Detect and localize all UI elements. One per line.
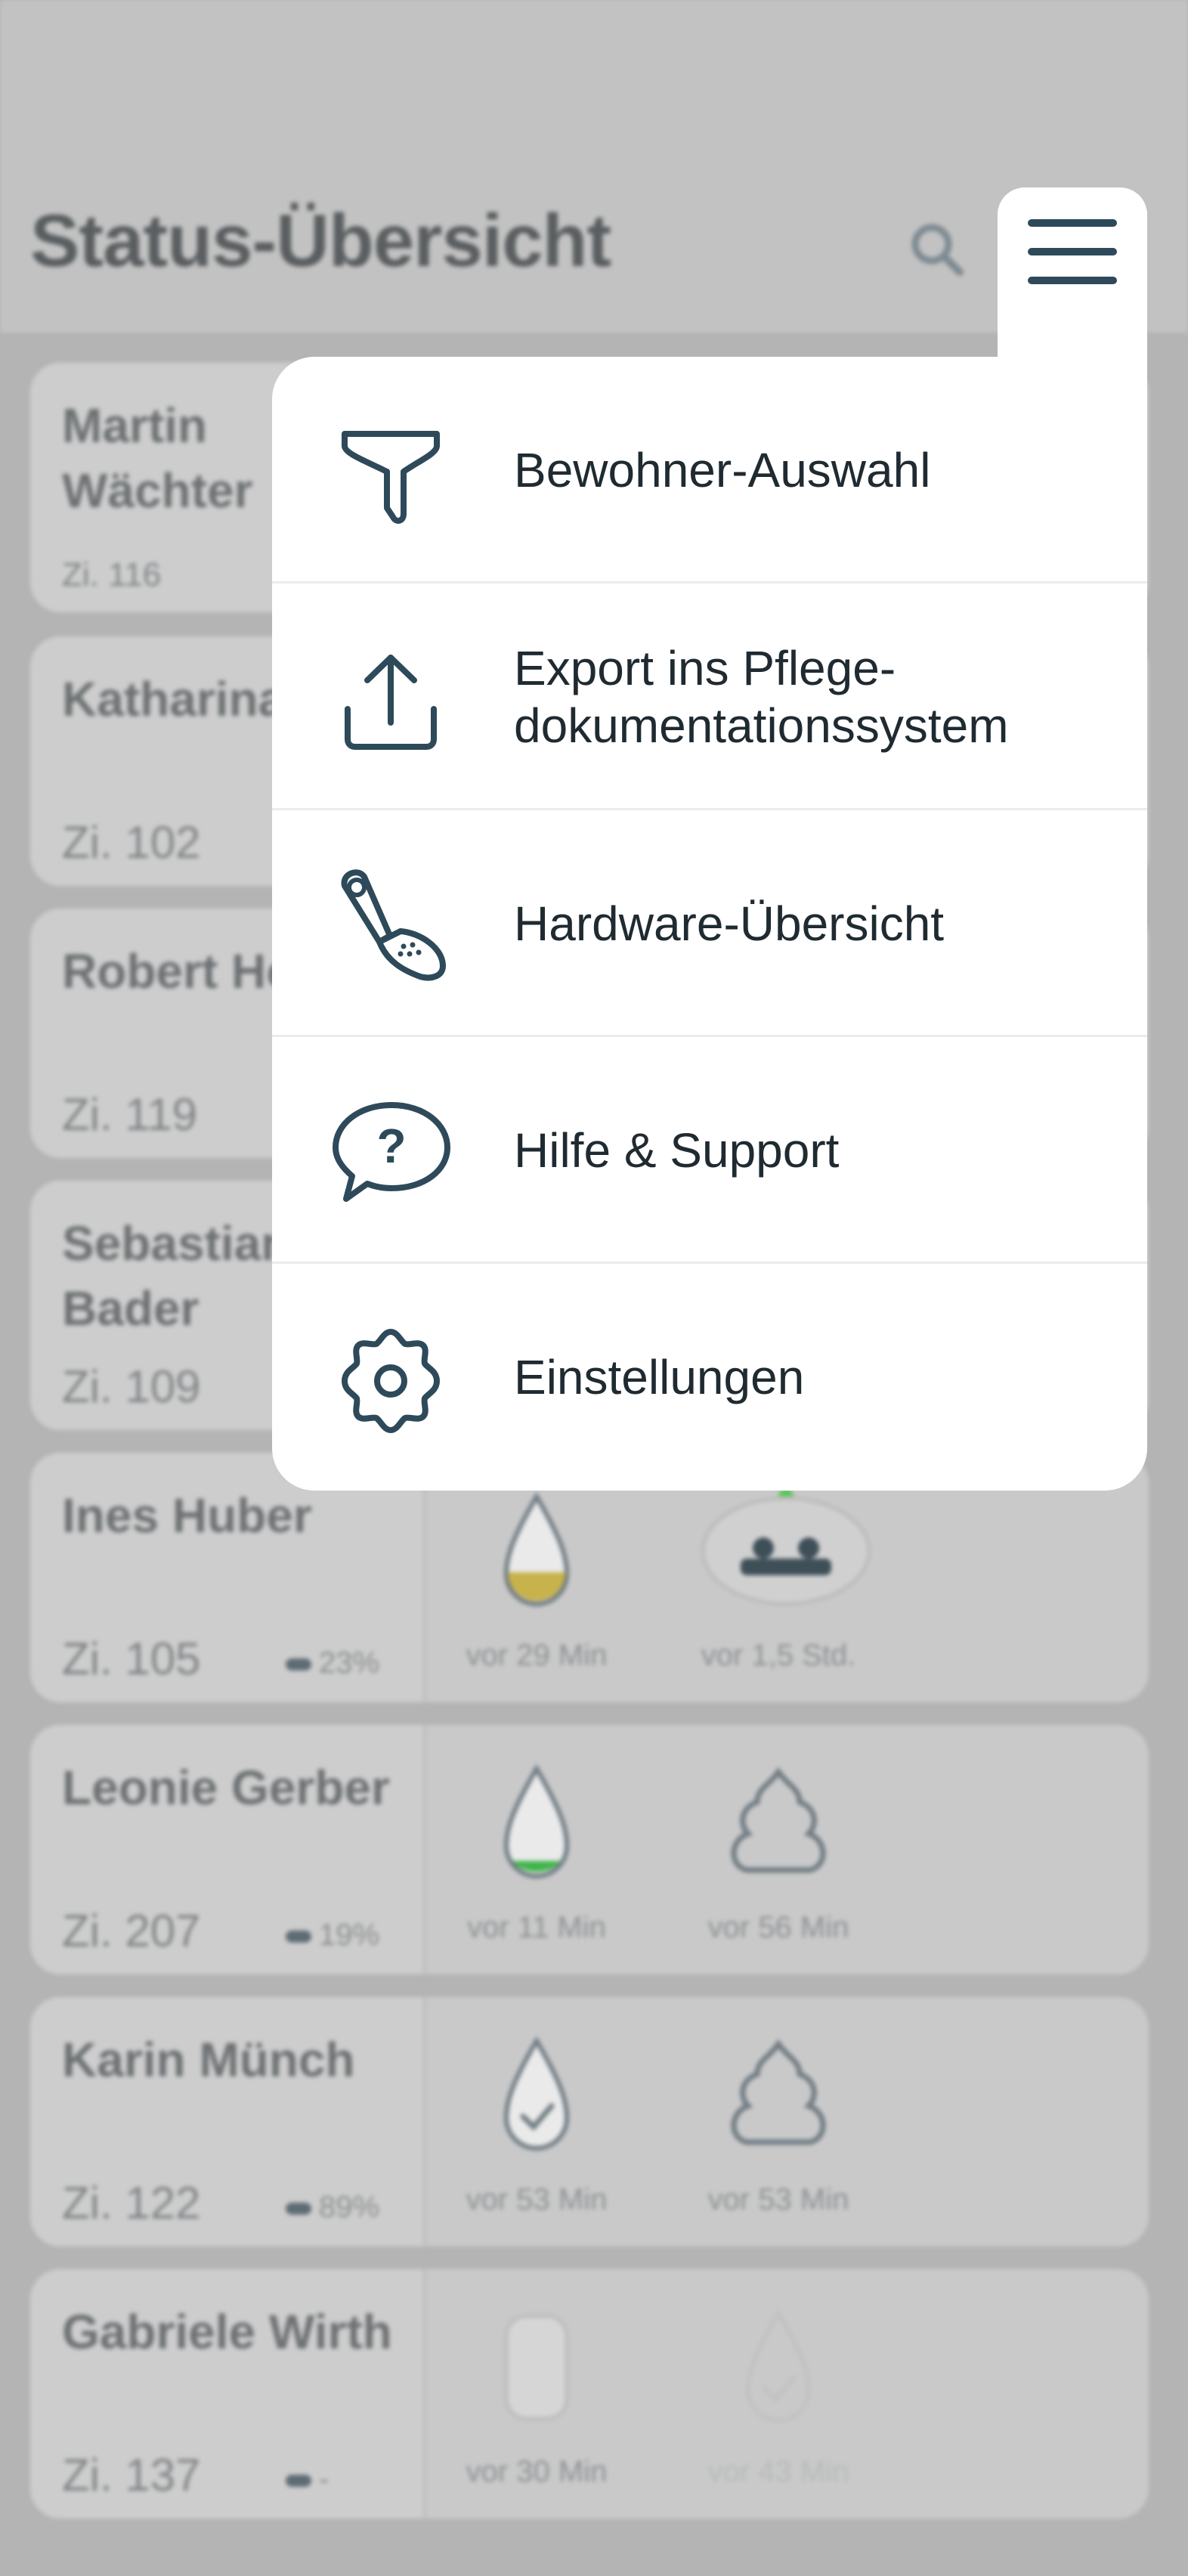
menu-item-resident-selection[interactable]: Bewohner-Auswahl [272, 357, 1147, 584]
last-position-time: vor 1,5 Std. [701, 1639, 856, 1672]
battery-status: 23% [286, 1646, 379, 1680]
menu-button[interactable] [998, 187, 1147, 369]
filter-icon [334, 417, 447, 531]
room-number: Zi. 137 [62, 2450, 201, 2500]
menu-item-label: Hardware-Übersicht [514, 896, 945, 951]
search-icon[interactable] [907, 219, 967, 280]
last-moisture-time: vor 11 Min [467, 1911, 606, 1944]
room-number: Zi. 109 [62, 1361, 201, 1412]
battery-level: 23% [319, 1646, 380, 1680]
resident-info: Leonie Gerber Zi. 207 19% [30, 1725, 426, 1974]
battery-icon [286, 1658, 311, 1671]
menu-item-export[interactable]: Export ins Pflege- dokumentationssystem [272, 584, 1147, 810]
resident-card[interactable]: Leonie Gerber Zi. 207 19% vor 11 Min vor… [30, 1725, 1149, 1974]
stool-indicator-icon [710, 1755, 846, 1891]
room-number: Zi. 102 [62, 817, 201, 868]
last-moisture-time: vor 43 Min [707, 2455, 849, 2488]
resident-card[interactable]: Karin Münch Zi. 122 89% vor 53 Min vor 5… [30, 1997, 1149, 2246]
battery-level: 89% [319, 2191, 380, 2224]
position-indicator-icon [695, 1483, 877, 1619]
room-number: Zi. 207 [62, 1906, 201, 1956]
moisture-indicator-icon [469, 1755, 605, 1891]
resident-name: Gabriele Wirth [62, 2305, 392, 2359]
dropdown-menu: Bewohner-Auswahl Export ins Pflege- doku… [272, 357, 1147, 1491]
resident-card[interactable]: Gabriele Wirth Zi. 137 - vor 30 Min vor … [30, 2269, 1149, 2519]
room-number: Zi. 119 [62, 1089, 197, 1140]
menu-item-hardware-overview[interactable]: Hardware-Übersicht [272, 810, 1147, 1037]
battery-status: 19% [286, 1918, 379, 1952]
resident-info: Karin Münch Zi. 122 89% [30, 1997, 426, 2246]
menu-item-label: Einstellungen [514, 1350, 805, 1404]
room-number: Zi. 122 [62, 2178, 201, 2228]
dry-check-icon [710, 2299, 846, 2435]
menu-item-help-support[interactable]: ? Hilfe & Support [272, 1037, 1147, 1264]
battery-icon [286, 2475, 311, 2488]
dry-check-icon [469, 2027, 605, 2163]
resident-name: Ines Huber [62, 1488, 312, 1543]
room-number: Zi. 105 [62, 1633, 201, 1684]
resident-info: Gabriele Wirth Zi. 137 - [30, 2269, 426, 2519]
battery-level: - [319, 2463, 329, 2496]
room-number: Zi. 116 [62, 556, 162, 593]
last-moisture-time: vor 53 Min [466, 2183, 608, 2216]
moisture-indicator-icon [469, 1483, 605, 1619]
upload-icon [334, 644, 447, 757]
battery-status: - [286, 2463, 329, 2497]
sensor-device-icon [331, 863, 452, 992]
gear-icon [334, 1324, 447, 1438]
sensor-inactive-icon [469, 2299, 605, 2435]
last-stool-time: vor 53 Min [707, 2183, 849, 2216]
menu-item-label: Hilfe & Support [514, 1123, 840, 1178]
help-bubble-icon: ? [329, 1094, 453, 1208]
last-stool-time: vor 56 Min [707, 1911, 849, 1944]
battery-status: 89% [286, 2191, 379, 2225]
page-title: Status-Übersicht [30, 199, 611, 282]
last-moisture-time: vor 29 Min [466, 1639, 608, 1672]
battery-level: 19% [319, 1918, 380, 1952]
last-sensor-time: vor 30 Min [466, 2455, 608, 2488]
menu-item-settings[interactable]: Einstellungen [272, 1264, 1147, 1491]
resident-name: Karin Münch [62, 2033, 355, 2087]
resident-name: Leonie Gerber [62, 1760, 390, 1815]
menu-item-label: Bewohner-Auswahl [514, 443, 931, 497]
battery-icon [286, 1930, 311, 1943]
svg-text:?: ? [376, 1119, 406, 1173]
battery-icon [286, 2203, 311, 2215]
stool-indicator-icon [710, 2027, 846, 2163]
menu-item-label: Export ins Pflege- dokumentationssystem [514, 641, 1009, 753]
